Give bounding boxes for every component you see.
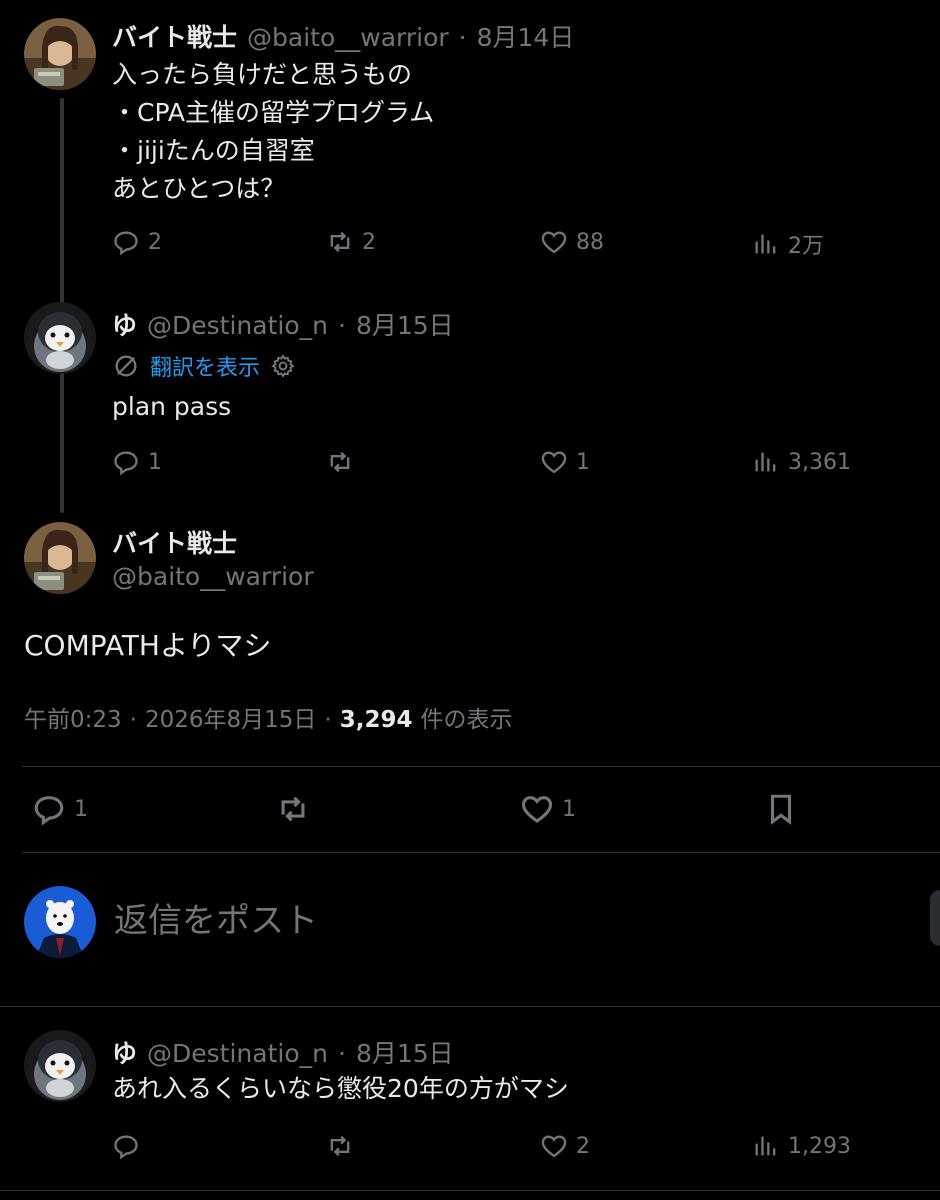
tweet1-header: バイト戦士 @baito__warrior · 8月14日 [112, 18, 574, 54]
like-icon [540, 228, 568, 256]
reply-header: ゆ @Destinatio_n · 8月15日 [112, 1034, 454, 1070]
tweet1-like-count: 88 [576, 229, 604, 255]
views-icon [752, 1132, 780, 1160]
main-author-name[interactable]: バイト戦士 [112, 524, 237, 560]
reply-author-handle[interactable]: @Destinatio_n [147, 1039, 328, 1068]
tweet2-author-handle[interactable]: @Destinatio_n [147, 311, 328, 340]
tweet2-view-count: 3,361 [788, 449, 851, 475]
reply-like-button[interactable]: 2 [540, 1132, 590, 1160]
main-reply-count: 1 [74, 796, 88, 822]
main-view-label: 件の表示 [420, 707, 513, 733]
tweet2-repost-button[interactable] [326, 448, 362, 476]
reply-compose-input[interactable] [112, 892, 896, 950]
tweet2-like-button[interactable]: 1 [540, 448, 590, 476]
reply-view-count: 1,293 [788, 1133, 851, 1159]
compose-side-button[interactable] [930, 890, 940, 946]
tweet2-header: ゆ @Destinatio_n · 8月15日 [112, 306, 454, 342]
avatar-current-user[interactable] [24, 886, 96, 958]
tweet1-reply-count: 2 [148, 229, 162, 255]
main-date[interactable]: 2026年8月15日 [145, 700, 316, 734]
tweet1-like-button[interactable]: 88 [540, 228, 604, 256]
reply-icon [112, 228, 140, 256]
main-like-button[interactable]: 1 [520, 792, 576, 826]
tweet1-view-count: 2万 [788, 234, 824, 259]
main-like-count: 1 [562, 796, 576, 822]
reply-repost-button[interactable] [326, 1132, 362, 1160]
tweet1-repost-button[interactable]: 2 [326, 228, 376, 256]
translate-icon [112, 352, 140, 380]
avatar-baito-warrior[interactable] [24, 18, 96, 90]
tweet2-like-count: 1 [576, 449, 590, 475]
reply-reply-button[interactable] [112, 1132, 148, 1160]
reply-separator: · [337, 1039, 346, 1068]
bookmark-button[interactable] [764, 792, 798, 826]
main-meta: 午前0:23 · 2026年8月15日 · 3,294 件の表示 [24, 700, 512, 734]
meta-separator: · [129, 707, 137, 733]
tweet1-date[interactable]: 8月14日 [477, 18, 575, 54]
tweet1-views-button[interactable]: 2万 [752, 228, 824, 260]
tweet2-reply-button[interactable]: 1 [112, 448, 162, 476]
reply-author-name[interactable]: ゆ [112, 1034, 137, 1070]
repost-icon [326, 1132, 354, 1160]
tweet2-date[interactable]: 8月15日 [356, 306, 454, 342]
like-icon [540, 1132, 568, 1160]
tweet2-text: plan pass [112, 392, 232, 421]
avatar-reply-author[interactable] [24, 1030, 96, 1102]
translate-label: 翻訳を表示 [150, 356, 261, 381]
tweet2-views-button[interactable]: 3,361 [752, 448, 851, 476]
tweet1-repost-count: 2 [362, 229, 376, 255]
main-tweet-text: COMPATHよりマシ [24, 629, 272, 662]
reply-icon [112, 1132, 140, 1160]
reply-text: あれ入るくらいなら懲役20年の方がマシ [112, 1074, 569, 1103]
divider [0, 1190, 940, 1191]
views-icon [752, 230, 780, 258]
meta-separator: · [324, 707, 332, 733]
main-time[interactable]: 午前0:23 [24, 700, 122, 734]
like-icon [520, 792, 554, 826]
reply-like-count: 2 [576, 1133, 590, 1159]
tweet1-author-name[interactable]: バイト戦士 [112, 18, 237, 54]
gear-icon[interactable] [270, 353, 296, 379]
like-icon [540, 448, 568, 476]
tweet2-separator: · [337, 311, 346, 340]
tweet2-reply-count: 1 [148, 449, 162, 475]
divider [22, 852, 940, 853]
main-reply-button[interactable]: 1 [32, 792, 88, 826]
repost-icon [326, 228, 354, 256]
tweet1-author-handle[interactable]: @baito__warrior [247, 23, 449, 52]
reply-icon [112, 448, 140, 476]
reply-icon [32, 792, 66, 826]
tweet1-separator: · [458, 23, 467, 52]
repost-icon [276, 792, 310, 826]
tweet1-text: 入ったら負けだと思うもの ・CPA主催の留学プログラム ・jijiたんの自習室 … [112, 60, 435, 203]
divider [22, 766, 940, 767]
bookmark-icon [764, 792, 798, 826]
tweet2-author-name[interactable]: ゆ [112, 306, 137, 342]
main-author-handle[interactable]: @baito__warrior [112, 562, 314, 591]
avatar-main-author[interactable] [24, 522, 96, 594]
main-view-count: 3,294 [339, 707, 413, 733]
avatar-destinatio-n[interactable] [24, 302, 96, 374]
reply-views-button[interactable]: 1,293 [752, 1132, 851, 1160]
repost-icon [326, 448, 354, 476]
translate-link[interactable]: 翻訳を表示 [112, 350, 296, 382]
tweet1-reply-button[interactable]: 2 [112, 228, 162, 256]
main-repost-button[interactable] [276, 792, 318, 826]
views-icon [752, 448, 780, 476]
reply-date[interactable]: 8月15日 [356, 1034, 454, 1070]
divider [0, 1006, 940, 1007]
